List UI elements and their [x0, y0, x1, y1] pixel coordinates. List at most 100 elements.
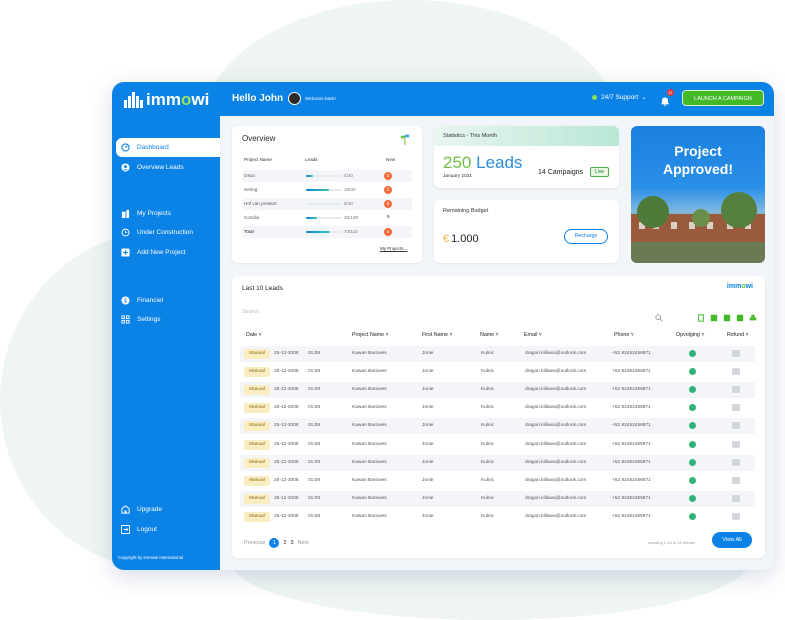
sidebar-item-upgrade[interactable]: Upgrade	[112, 500, 220, 519]
refund-icon[interactable]	[732, 476, 740, 484]
sort-date-header[interactable]: Date ˅	[246, 332, 262, 338]
sidebar-item-my-projects[interactable]: My Projects	[112, 204, 220, 223]
plant-icon	[400, 132, 410, 145]
follow-up-icon[interactable]	[689, 368, 696, 376]
table-row[interactable]: Manual 25-12-2008 01:08 Kawan Barowes Jonie K…	[240, 400, 755, 416]
avatar[interactable]	[288, 92, 302, 105]
lead-name: Kulnic	[481, 477, 495, 483]
export-pdf-icon[interactable]	[736, 309, 744, 322]
table-row[interactable]: Manual 25-12-2008 01:08 Kawan Barowes Jonie K…	[240, 454, 755, 471]
follow-up-icon[interactable]	[689, 494, 696, 502]
lead-first-name: Jonie	[422, 351, 434, 356]
overview-row[interactable]: Hof van prestort 0/10 5	[242, 198, 412, 210]
dashboard-icon	[121, 143, 130, 152]
refund-icon[interactable]	[732, 512, 740, 520]
refund-icon[interactable]	[732, 494, 740, 502]
overview-total-row: Total 73/110 4	[242, 226, 412, 238]
follow-up-icon[interactable]	[689, 386, 696, 394]
sort-name-header[interactable]: Name ˅	[480, 332, 499, 338]
column-label: Phone	[614, 332, 630, 338]
search-input[interactable]: Search	[242, 304, 662, 318]
sort-opvolging-header[interactable]: Opvolging ˅	[676, 332, 704, 338]
export-excel-icon[interactable]	[710, 309, 718, 322]
support-dropdown[interactable]: 24/7 Support ⌄	[592, 94, 646, 101]
leads-label: Leads	[476, 153, 523, 172]
page-2-button[interactable]: 2	[283, 540, 286, 546]
next-page-button[interactable]: Next	[298, 540, 309, 546]
refund-icon[interactable]	[732, 422, 740, 430]
previous-page-button[interactable]: Previous	[244, 540, 265, 546]
sort-email-header[interactable]: Email ˅	[524, 332, 542, 338]
sort-phone-header[interactable]: Phone ˅	[614, 332, 634, 338]
plus-square-icon	[121, 248, 130, 257]
sort-firstname-header[interactable]: First Name ˅	[422, 332, 452, 338]
recharge-button[interactable]: Recharge	[564, 229, 608, 244]
sidebar-item-settings[interactable]: Settings	[112, 310, 220, 329]
notification-bell-icon[interactable]: 11	[660, 89, 674, 106]
overview-row[interactable]: Osca 4/20 3	[242, 170, 412, 182]
launch-campaign-button[interactable]: LAUNCH A CAMPAIGN	[682, 90, 764, 106]
follow-up-icon[interactable]	[689, 440, 696, 448]
source-tag: Manual	[244, 403, 270, 414]
lead-first-name: Jonie	[422, 423, 434, 429]
houses-photo	[631, 192, 765, 263]
follow-up-icon[interactable]	[689, 422, 696, 430]
source-tag: Manual	[244, 349, 270, 359]
sort-project-header[interactable]: Project Name ˅	[352, 332, 389, 338]
sidebar-item-financiel[interactable]: $ Financiel	[112, 291, 220, 310]
table-row[interactable]: Manual 25-12-2008 01:08 Kawan Barowes Jonie K…	[240, 509, 755, 525]
table-row[interactable]: Manual 25-12-2008 01:08 Kawan Barowes Jonie K…	[240, 382, 755, 399]
table-row[interactable]: Manual 25-12-2008 01:08 Kawan Barowes Jonie K…	[240, 346, 755, 362]
refund-icon[interactable]	[732, 386, 740, 394]
lead-email: dragon.killawa@outlook.com	[525, 351, 587, 356]
sort-refund-header[interactable]: Refund ˅	[727, 332, 749, 338]
view-all-button[interactable]: View All	[712, 532, 752, 548]
notification-badge: 11	[667, 89, 674, 96]
lead-phone: +52 82452456871	[612, 441, 651, 447]
refund-icon[interactable]	[732, 458, 740, 466]
export-actions	[697, 309, 757, 322]
budget-title: Remaining Budget	[443, 208, 489, 214]
table-row[interactable]: Manual 25-12-2008 01:08 Kawan Barowes Jonie K…	[240, 364, 755, 380]
table-row[interactable]: Manual 25-12-2008 01:08 Kawan Barowes Jonie K…	[240, 418, 755, 435]
copy-icon[interactable]	[697, 309, 705, 322]
lead-name: Kulnic	[481, 459, 495, 465]
leads-count: 30/100	[344, 215, 359, 220]
new-leads-badge: 5	[384, 200, 392, 208]
page-3-button[interactable]: 3	[290, 540, 293, 546]
follow-up-icon[interactable]	[689, 350, 696, 357]
project-name: Total	[244, 229, 254, 234]
overview-row[interactable]: Corsilio 30/100 9	[242, 212, 412, 224]
sidebar-item-dashboard[interactable]: Dashboard	[116, 138, 220, 157]
new-leads-badge: 3	[384, 172, 392, 180]
follow-up-icon[interactable]	[689, 404, 696, 412]
search-icon[interactable]	[655, 309, 663, 322]
lead-first-name: Jonie	[422, 441, 434, 447]
lead-time: 01:08	[308, 423, 321, 429]
sidebar-item-logout[interactable]: Logout	[112, 520, 220, 539]
page-1-button[interactable]: 1	[269, 538, 280, 548]
follow-up-icon[interactable]	[689, 476, 696, 484]
refund-icon[interactable]	[732, 350, 740, 357]
table-row[interactable]: Manual 25-12-2008 01:08 Kawan Barowes Jonie K…	[240, 437, 755, 453]
sidebar-item-under-construction[interactable]: Under Construction	[112, 223, 220, 242]
immowi-logo[interactable]: imm o wi	[124, 90, 209, 110]
print-icon[interactable]	[749, 309, 757, 321]
table-row[interactable]: Manual 25-12-2008 01:08 Kawan Barowes Jonie K…	[240, 473, 755, 489]
sidebar-item-add-new-project[interactable]: Add New Project	[112, 243, 220, 262]
follow-up-icon[interactable]	[689, 512, 696, 520]
overview-row[interactable]: Sering 19/30 2	[242, 184, 412, 196]
leads-count: 0/10	[344, 201, 353, 206]
copyright-text: Copyright by Immowi International	[118, 555, 183, 560]
export-csv-icon[interactable]	[723, 309, 731, 322]
greeting: Hello John Welcome back!	[232, 92, 336, 105]
support-label: 24/7 Support	[601, 94, 639, 101]
table-row[interactable]: Manual 25-12-2008 01:08 Kawan Barowes Jonie K…	[240, 490, 755, 507]
immowi-small-logo: immowi	[727, 283, 753, 290]
refund-icon[interactable]	[732, 404, 740, 412]
refund-icon[interactable]	[732, 368, 740, 376]
sidebar-item-overview-leads[interactable]: Overview Leads	[112, 158, 220, 177]
follow-up-icon[interactable]	[689, 458, 696, 466]
refund-icon[interactable]	[732, 440, 740, 448]
my-projects-link[interactable]: My Projects...	[380, 246, 407, 251]
